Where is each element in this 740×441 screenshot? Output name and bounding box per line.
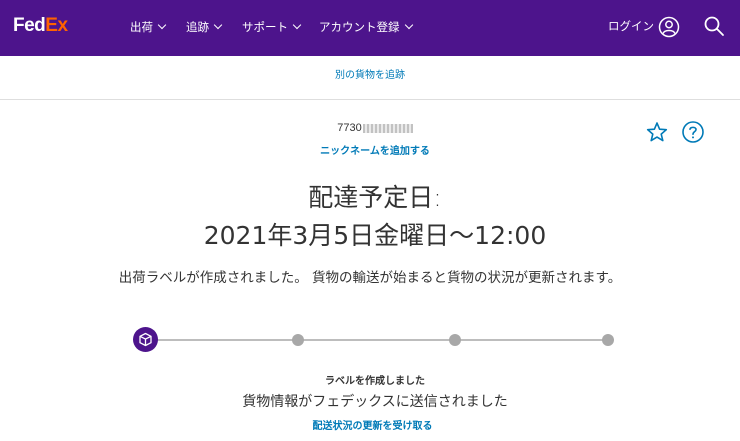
nav-item-ship[interactable]: 出荷	[130, 18, 167, 36]
tracking-number: 7730	[320, 121, 430, 135]
nav-item-label: 出荷	[130, 20, 153, 34]
progress-step	[602, 334, 614, 346]
track-another-bar: 別の貨物を追跡	[0, 56, 740, 100]
nav-item-label: 追跡	[186, 20, 209, 34]
star-icon[interactable]	[646, 121, 668, 143]
logo-ex: Ex	[45, 15, 68, 36]
progress-step-title: ラベルを作成しました	[325, 376, 425, 387]
fedex-logo[interactable]: FedEx	[13, 14, 68, 38]
add-nickname-link[interactable]: ニックネームを追加する	[0, 145, 740, 159]
nav-item-label: サポート	[242, 20, 288, 34]
user-icon[interactable]	[658, 16, 680, 38]
delivery-heading: 配達予定日:	[308, 183, 442, 212]
chevron-down-icon	[157, 20, 167, 30]
chevron-down-icon	[404, 20, 413, 30]
tracking-number-redacted	[362, 123, 413, 133]
progress-step-current	[133, 327, 158, 352]
progress-step	[449, 334, 461, 346]
logo-fed: Fed	[13, 15, 46, 36]
nav-item-account[interactable]: アカウント登録	[319, 18, 413, 36]
tracking-number-text: 7730	[337, 122, 362, 134]
login-link[interactable]: ログイン	[608, 17, 654, 35]
nav-item-support[interactable]: サポート	[242, 18, 302, 36]
package-icon	[139, 332, 152, 347]
top-navigation: FedEx 出荷 追跡 サポート アカウント登録 ログイン	[0, 0, 740, 56]
nav-item-track[interactable]: 追跡	[186, 18, 223, 36]
chevron-down-icon	[213, 20, 223, 30]
chevron-down-icon	[292, 20, 302, 30]
search-icon[interactable]	[703, 15, 725, 37]
delivery-date: 2021年3月5日金曜日～12:00	[203, 221, 547, 250]
nav-item-label: アカウント登録	[319, 20, 400, 34]
progress-step-description: 貨物情報がフェデックスに送信されました	[242, 394, 508, 410]
track-another-link[interactable]: 別の貨物を追跡	[0, 69, 740, 83]
progress-step	[292, 334, 304, 346]
help-icon[interactable]	[681, 120, 705, 144]
status-message: 出荷ラベルが作成されました。 貨物の輸送が始まると貨物の状況が更新されます。	[118, 270, 622, 286]
progress-track	[145, 339, 610, 341]
receive-updates-link[interactable]: 配送状況の更新を受け取る	[0, 420, 740, 434]
